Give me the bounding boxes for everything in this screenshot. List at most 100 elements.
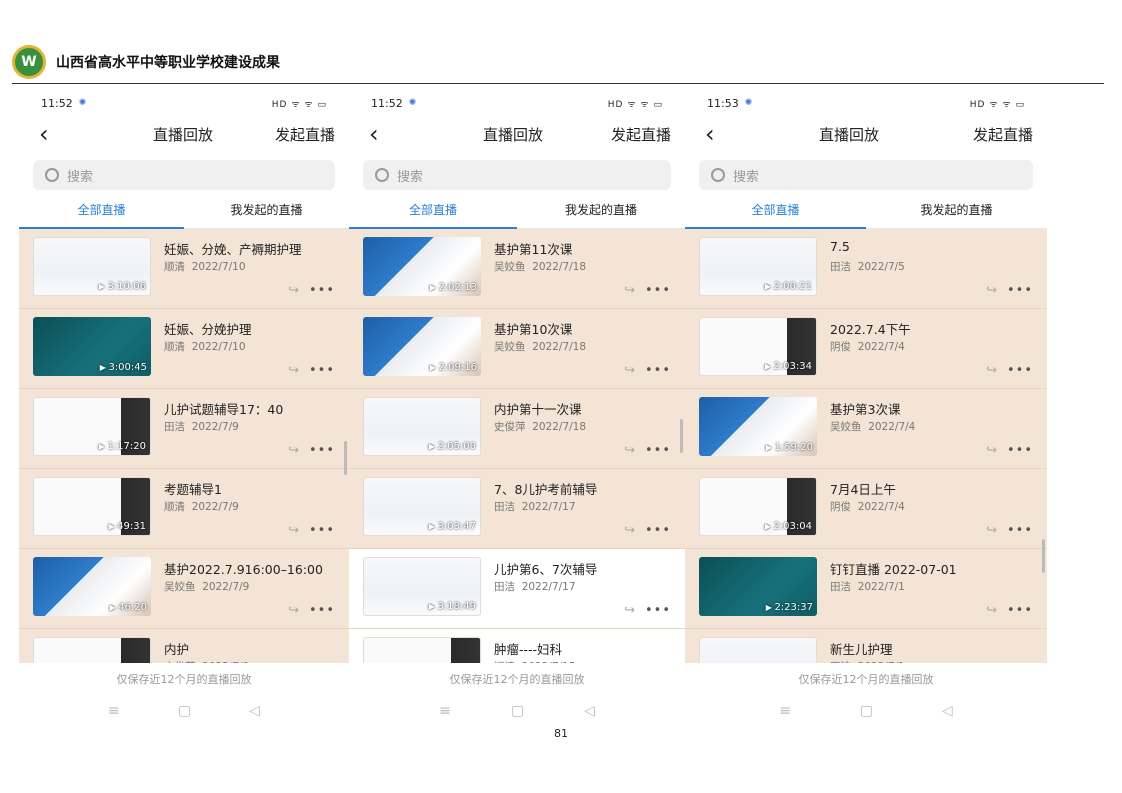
list-item[interactable]: 肿瘤----妇科顺清 2022/7/15↪•••: [349, 629, 685, 663]
more-icon[interactable]: •••: [1007, 523, 1033, 538]
video-thumbnail[interactable]: 3:18:49: [363, 557, 481, 616]
menu-icon[interactable]: ≡: [779, 703, 791, 719]
more-icon[interactable]: •••: [645, 523, 671, 538]
chevron-left-icon[interactable]: ‹: [369, 122, 379, 146]
back-icon[interactable]: ◁: [249, 703, 260, 719]
share-icon[interactable]: ↪: [288, 523, 299, 538]
more-icon[interactable]: •••: [1007, 283, 1033, 298]
share-icon[interactable]: ↪: [624, 363, 635, 378]
list-item[interactable]: 3:18:49 儿护第6、7次辅导田洁 2022/7/17 ↪ •••: [349, 549, 685, 629]
video-thumbnail[interactable]: [699, 637, 817, 663]
more-icon[interactable]: •••: [1007, 443, 1033, 458]
home-icon[interactable]: ▢: [178, 703, 191, 719]
list-item[interactable]: 2:00:21 7.5 田洁 2022/7/5 ↪ •••: [685, 229, 1047, 309]
share-icon[interactable]: ↪: [624, 283, 635, 298]
share-icon[interactable]: ↪: [288, 363, 299, 378]
tab-all-live[interactable]: 全部直播: [19, 190, 184, 229]
more-icon[interactable]: •••: [1007, 603, 1033, 618]
share-icon[interactable]: ↪: [288, 443, 299, 458]
back-icon[interactable]: ◁: [584, 703, 595, 719]
more-icon[interactable]: •••: [309, 363, 335, 378]
search-input[interactable]: 搜索: [33, 160, 335, 190]
tab-all-live[interactable]: 全部直播: [685, 190, 866, 229]
chevron-left-icon[interactable]: ‹: [705, 122, 715, 146]
share-icon[interactable]: ↪: [624, 603, 635, 618]
video-thumbnail[interactable]: 2:09:16: [363, 317, 481, 376]
video-thumbnail[interactable]: 3:10:06: [33, 237, 151, 296]
video-thumbnail[interactable]: [363, 637, 481, 663]
tab-my-live[interactable]: 我发起的直播: [184, 190, 349, 228]
more-icon[interactable]: •••: [309, 283, 335, 298]
list-item[interactable]: 2:03:04 7月4日上午阴俊 2022/7/4 ↪ •••: [685, 469, 1047, 549]
share-icon[interactable]: ↪: [986, 443, 997, 458]
tab-my-live[interactable]: 我发起的直播: [517, 190, 685, 228]
video-thumbnail[interactable]: 2:05:00: [363, 397, 481, 456]
replay-list: 2:02:13 基护第11次课吴姣鱼 2022/7/18 ↪ ••• 2:09:16 基护…: [349, 229, 685, 663]
share-icon[interactable]: ↪: [986, 603, 997, 618]
more-icon[interactable]: •••: [309, 523, 335, 538]
list-item[interactable]: 2:09:16 基护第10次课吴姣鱼 2022/7/18 ↪ •••: [349, 309, 685, 389]
share-icon[interactable]: ↪: [624, 443, 635, 458]
search-input[interactable]: 搜索: [699, 160, 1033, 190]
scrollbar[interactable]: [344, 441, 347, 475]
share-icon[interactable]: ↪: [288, 603, 299, 618]
replay-title: 钉钉直播 2022-07-01: [830, 562, 957, 577]
chevron-left-icon[interactable]: ‹: [39, 122, 49, 146]
back-icon[interactable]: ◁: [942, 703, 953, 719]
video-thumbnail[interactable]: 1:59:20: [699, 397, 817, 456]
phone-screenshot-2: 11:52✺HD ᯤ ᯤ ▭‹直播回放发起直播搜索全部直播我发起的直播2:02:…: [349, 90, 685, 730]
start-live-button[interactable]: 发起直播: [275, 124, 335, 145]
tab-all-live[interactable]: 全部直播: [349, 190, 517, 229]
share-icon[interactable]: ↪: [624, 523, 635, 538]
video-thumbnail[interactable]: 49:31: [33, 477, 151, 536]
list-item[interactable]: 3:03:47 7、8儿护考前辅导田洁 2022/7/17 ↪ •••: [349, 469, 685, 549]
more-icon[interactable]: •••: [645, 603, 671, 618]
search-input[interactable]: 搜索: [363, 160, 671, 190]
video-thumbnail[interactable]: 46:20: [33, 557, 151, 616]
more-icon[interactable]: •••: [645, 443, 671, 458]
list-item[interactable]: 2:23:37 钉钉直播 2022-07-01 田洁 2022/7/1 ↪ •••: [685, 549, 1047, 629]
video-thumbnail[interactable]: 1:17:20: [33, 397, 151, 456]
video-thumbnail[interactable]: 3:03:47: [363, 477, 481, 536]
video-thumbnail[interactable]: 2:00:21: [699, 237, 817, 296]
start-live-button[interactable]: 发起直播: [973, 124, 1033, 145]
list-item[interactable]: 46:20 基护2022.7.916:00–16:00 吴姣鱼 2022/7/9 ↪ •…: [19, 549, 349, 629]
scrollbar[interactable]: [680, 419, 683, 453]
video-duration: 49:31: [108, 521, 146, 532]
video-thumbnail[interactable]: 3:00:45: [33, 317, 151, 376]
list-item[interactable]: 内护史俊萍 2022/7/9↪•••: [19, 629, 349, 663]
video-thumbnail[interactable]: 2:03:04: [699, 477, 817, 536]
replay-title: 基护2022.7.916:00–16:00: [164, 562, 323, 577]
menu-icon[interactable]: ≡: [439, 703, 451, 719]
list-item[interactable]: 2:05:00 内护第十一次课史俊萍 2022/7/18 ↪ •••: [349, 389, 685, 469]
video-thumbnail[interactable]: 2:23:37: [699, 557, 817, 616]
video-thumbnail[interactable]: 2:02:13: [363, 237, 481, 296]
home-icon[interactable]: ▢: [860, 703, 873, 719]
scrollbar[interactable]: [1042, 539, 1045, 573]
list-item[interactable]: 3:10:06 妊娠、分娩、产褥期护理顺清 2022/7/10 ↪ •••: [19, 229, 349, 309]
list-item[interactable]: 1:59:20 基护第3次课吴姣鱼 2022/7/4 ↪ •••: [685, 389, 1047, 469]
tab-my-live[interactable]: 我发起的直播: [866, 190, 1047, 228]
start-live-button[interactable]: 发起直播: [611, 124, 671, 145]
list-item[interactable]: 2:02:13 基护第11次课吴姣鱼 2022/7/18 ↪ •••: [349, 229, 685, 309]
list-item[interactable]: 3:00:45 妊娠、分娩护理顺清 2022/7/10 ↪ •••: [19, 309, 349, 389]
more-icon[interactable]: •••: [645, 363, 671, 378]
share-icon[interactable]: ↪: [288, 283, 299, 298]
list-item[interactable]: 新生儿护理田洁 2022/7/1↪•••: [685, 629, 1047, 663]
more-icon[interactable]: •••: [309, 603, 335, 618]
list-item[interactable]: 49:31 考题辅导1 顺清 2022/7/9 ↪ •••: [19, 469, 349, 549]
home-icon[interactable]: ▢: [511, 703, 524, 719]
list-item[interactable]: 1:17:20 儿护试题辅导17：40 田洁 2022/7/9 ↪ •••: [19, 389, 349, 469]
video-thumbnail[interactable]: [33, 637, 151, 663]
video-thumbnail[interactable]: 2:03:34: [699, 317, 817, 376]
share-icon[interactable]: ↪: [986, 283, 997, 298]
replay-title: 基护第3次课: [830, 402, 901, 417]
share-icon[interactable]: ↪: [986, 363, 997, 378]
list-item[interactable]: 2:03:34 2022.7.4下午阴俊 2022/7/4 ↪ •••: [685, 309, 1047, 389]
replay-title: 7、8儿护考前辅导: [494, 482, 598, 497]
share-icon[interactable]: ↪: [986, 523, 997, 538]
more-icon[interactable]: •••: [309, 443, 335, 458]
menu-icon[interactable]: ≡: [108, 703, 120, 719]
more-icon[interactable]: •••: [1007, 363, 1033, 378]
more-icon[interactable]: •••: [645, 283, 671, 298]
